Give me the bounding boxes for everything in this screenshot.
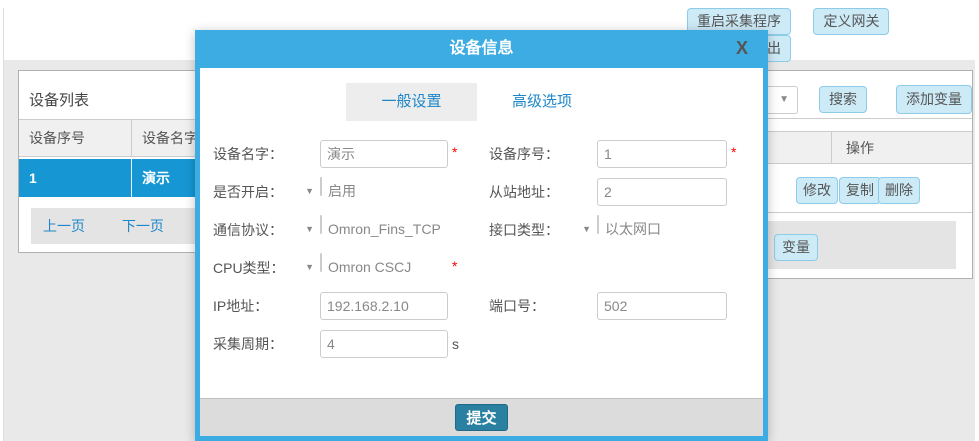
port-input[interactable] (597, 292, 727, 320)
next-page-link[interactable]: 下一页 (122, 218, 164, 234)
collect-period-input[interactable] (320, 330, 448, 358)
modal-footer: 提交 (200, 398, 763, 436)
device-list-title: 设备列表 (29, 89, 89, 110)
chevron-down-icon: ▼ (582, 216, 591, 242)
column-header-serial: 设备序号 (19, 120, 132, 156)
modify-button[interactable]: 修改 (796, 177, 838, 204)
add-variable-button[interactable]: 添加变量 (896, 85, 972, 114)
cpu-type-label: CPU类型： (213, 254, 285, 282)
device-serial-input[interactable] (597, 140, 727, 168)
chevron-down-icon: ▼ (779, 94, 789, 105)
cpu-type-value: Omron CSCJ (328, 254, 411, 280)
slave-address-input[interactable] (597, 178, 727, 206)
modal-title: 设备信息 (200, 30, 763, 68)
port-label: 端口号： (489, 292, 545, 320)
define-gateway-button[interactable]: 定义网关 (813, 8, 889, 35)
chevron-down-icon: ▼ (305, 254, 314, 280)
submit-button[interactable]: 提交 (455, 404, 507, 431)
cell-device-serial: 1 (19, 159, 132, 197)
interface-type-value: 以太网口 (605, 216, 661, 242)
slave-address-label: 从站地址： (489, 178, 559, 206)
delete-button[interactable]: 删除 (878, 177, 920, 204)
interface-type-select[interactable]: 以太网口 ▼ (597, 215, 599, 234)
tab-general-settings[interactable]: 一般设置 (346, 83, 477, 121)
required-asterisk: * (452, 258, 457, 274)
search-button[interactable]: 搜索 (819, 86, 867, 113)
close-icon[interactable]: X (736, 38, 748, 59)
cell-device-name: 演示 (132, 159, 170, 197)
copy-button[interactable]: 复制 (839, 177, 881, 204)
tab-advanced-options[interactable]: 高级选项 (477, 83, 607, 121)
modal-header: 设备信息 X (200, 30, 763, 68)
cpu-type-select[interactable]: Omron CSCJ ▼ (320, 253, 322, 272)
device-serial-label: 设备序号： (489, 140, 559, 168)
partially-hidden-variable-button[interactable]: 变量 (774, 234, 818, 261)
interface-type-label: 接口类型： (489, 216, 559, 244)
column-header-name: 设备名字 (132, 120, 198, 156)
seconds-unit: s (452, 330, 459, 358)
column-header-operation: 操作 (846, 132, 874, 164)
device-info-modal: 设备信息 X 一般设置 高级选项 设备名字： * 设备序号： * 是否开启： 启… (195, 30, 768, 441)
prev-page-link[interactable]: 上一页 (43, 218, 85, 234)
collect-period-label: 采集周期： (213, 330, 283, 358)
required-asterisk: * (731, 144, 736, 160)
